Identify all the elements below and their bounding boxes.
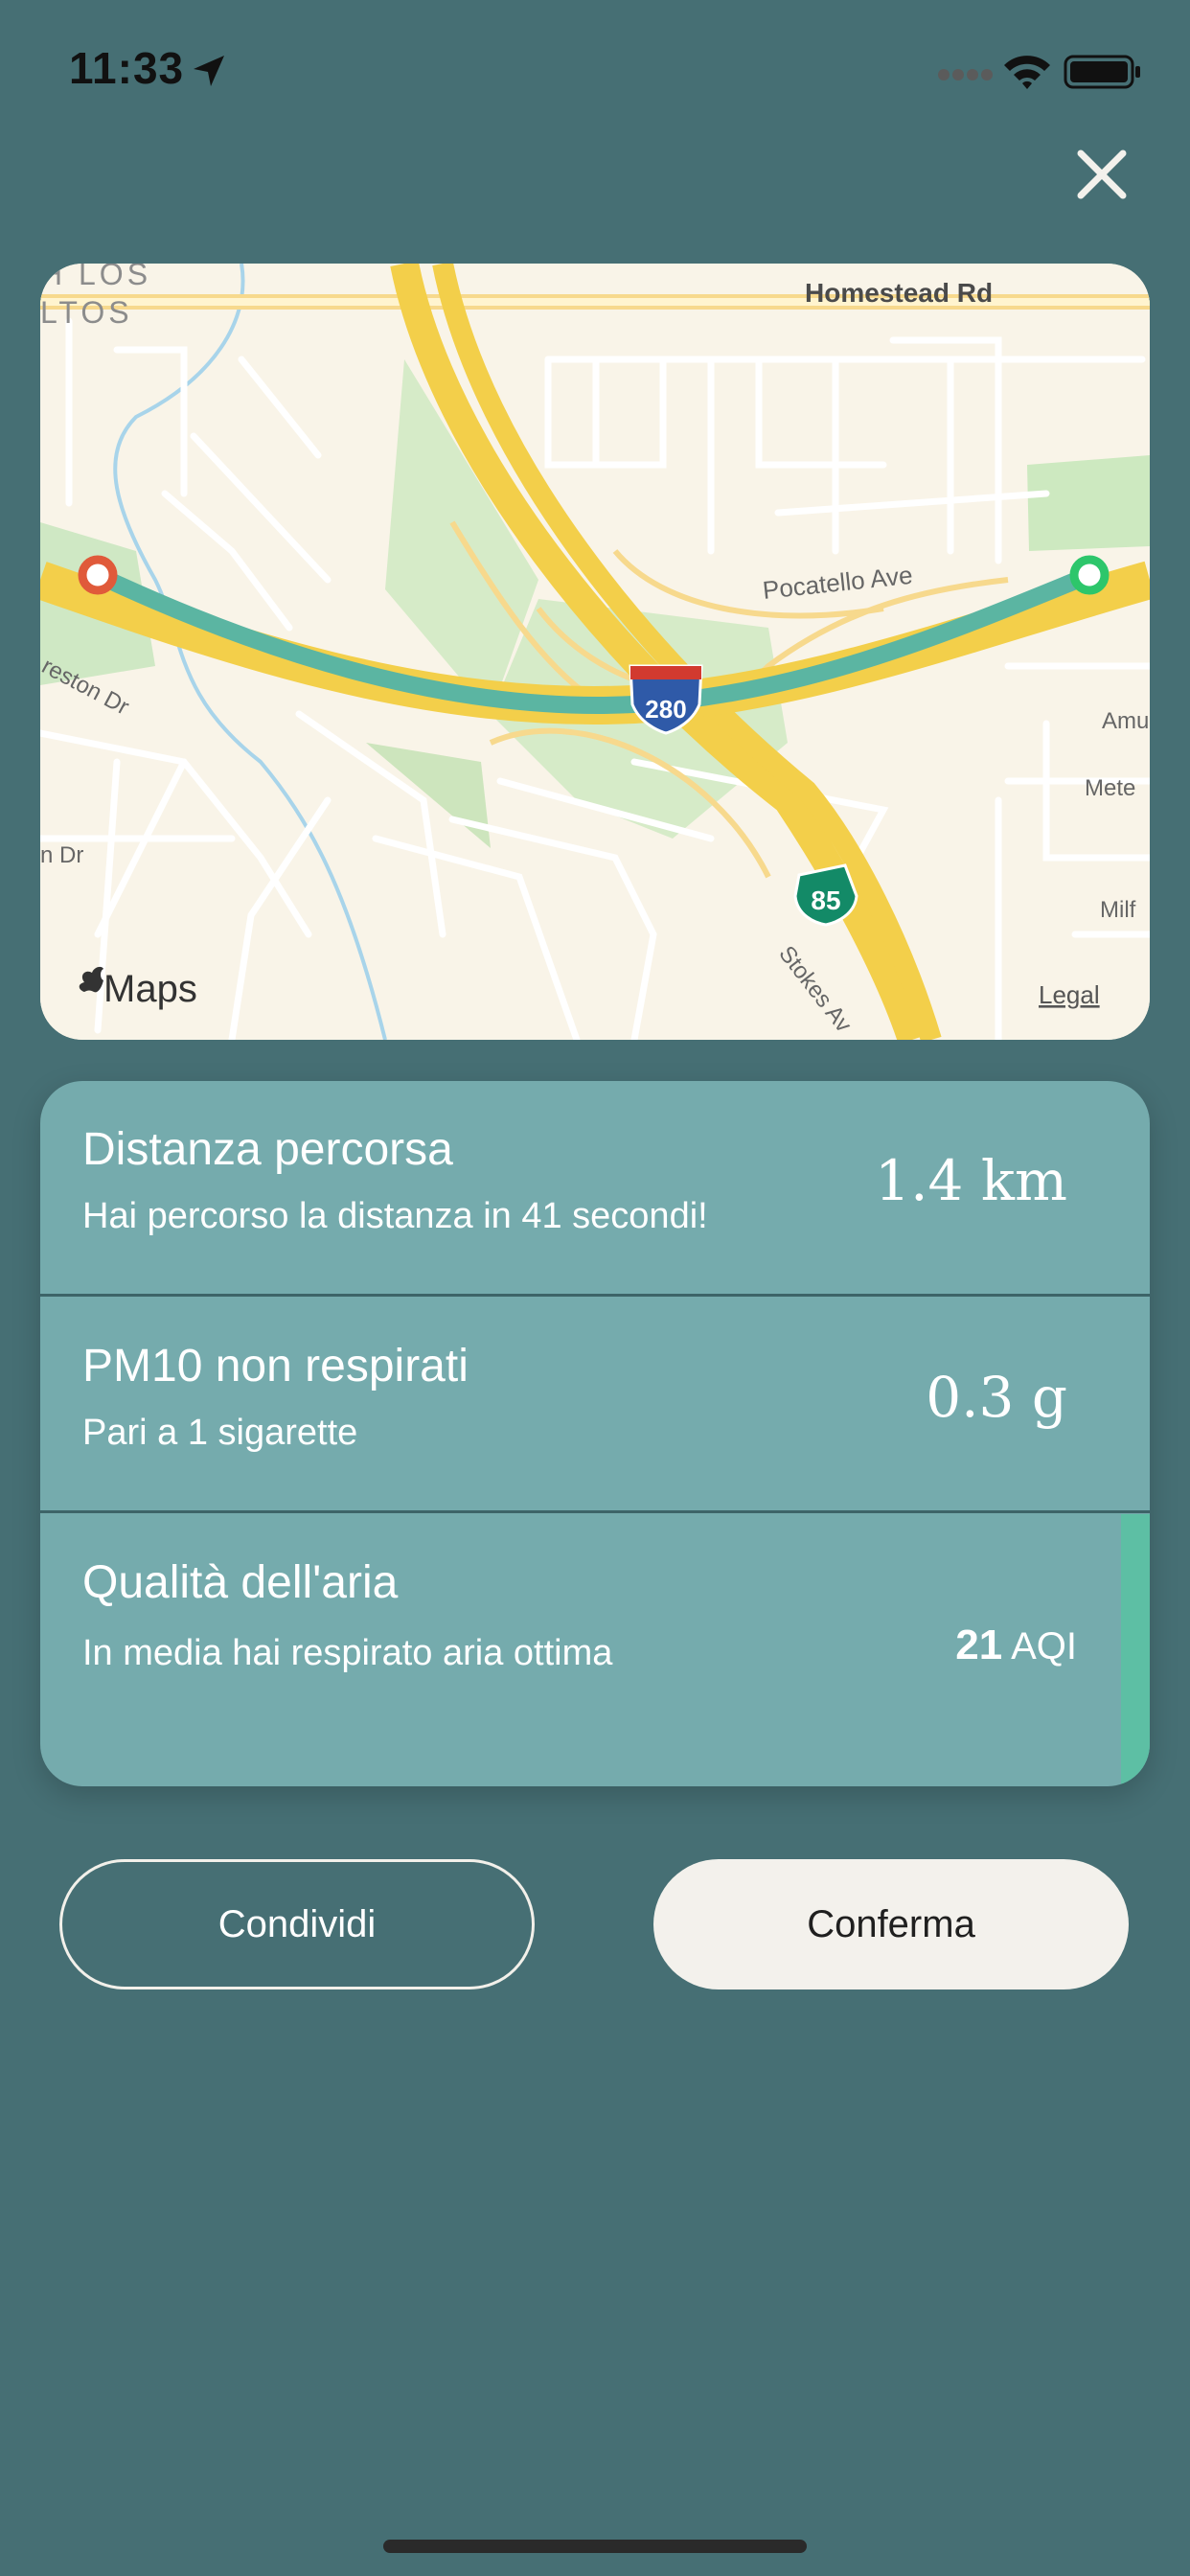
share-button[interactable]: Condividi	[59, 1859, 535, 1990]
stat-subtitle-distance: Hai percorso la distanza in 41 secondi!	[82, 1196, 708, 1236]
map-label-milf: Milf	[1100, 897, 1136, 923]
stat-title-pm10: PM10 non respirati	[82, 1341, 469, 1392]
stat-title-distance: Distanza percorsa	[82, 1124, 453, 1175]
map-label-dr: n Dr	[40, 842, 83, 868]
close-icon[interactable]	[1071, 144, 1133, 205]
stat-row-air-quality: Qualità dell'aria In media hai respirato…	[40, 1514, 1150, 1786]
aqi-level-indicator	[1121, 1514, 1150, 1786]
stat-value-distance: 1.4 km	[875, 1148, 1067, 1213]
stat-row-pm10: PM10 non respirati Pari a 1 sigarette 0.…	[40, 1298, 1150, 1510]
stat-subtitle-air-quality: In media hai respirato aria ottima	[82, 1633, 613, 1673]
legal-link[interactable]: Legal	[1039, 980, 1100, 1009]
status-time: 11:33	[69, 43, 185, 93]
map-label-los-altos-2: LTOS	[40, 295, 133, 330]
highway-85-shield-icon: 85	[793, 863, 858, 927]
aqi-unit: AQI	[1011, 1625, 1077, 1668]
confirm-button[interactable]: Conferma	[653, 1859, 1129, 1990]
divider	[40, 1510, 1150, 1513]
divider	[40, 1294, 1150, 1297]
aqi-number: 21	[955, 1622, 1003, 1668]
battery-icon	[1064, 55, 1140, 89]
stat-value-pm10: 0.3 g	[926, 1365, 1067, 1430]
route-start-marker	[78, 555, 118, 595]
stat-title-air-quality: Qualità dell'aria	[82, 1557, 399, 1608]
svg-text:280: 280	[645, 695, 686, 724]
status-bar: 11:33	[0, 0, 1190, 144]
location-arrow-icon	[194, 56, 224, 86]
stat-row-distance: Distanza percorsa Hai percorso la distan…	[40, 1081, 1150, 1294]
route-map[interactable]: 280 85 H LOS LTOS Homestead Rd Pocatello…	[40, 264, 1150, 1040]
trip-stats-card: Distanza percorsa Hai percorso la distan…	[40, 1081, 1150, 1786]
map-label-homestead: Homestead Rd	[805, 278, 993, 308]
route-end-marker	[1069, 555, 1110, 595]
wifi-icon	[1004, 56, 1050, 89]
home-indicator	[383, 2540, 807, 2553]
stat-subtitle-pm10: Pari a 1 sigarette	[82, 1413, 358, 1453]
map-label-los-altos-1: H LOS	[40, 264, 151, 291]
signal-dots-icon	[938, 69, 993, 80]
svg-text:Maps: Maps	[103, 968, 197, 1010]
svg-text:85: 85	[811, 886, 840, 915]
map-label-meteo: Mete	[1085, 775, 1135, 801]
map-label-amu: Amu	[1102, 708, 1149, 734]
stat-value-air-quality: 21 AQI	[955, 1622, 1077, 1669]
